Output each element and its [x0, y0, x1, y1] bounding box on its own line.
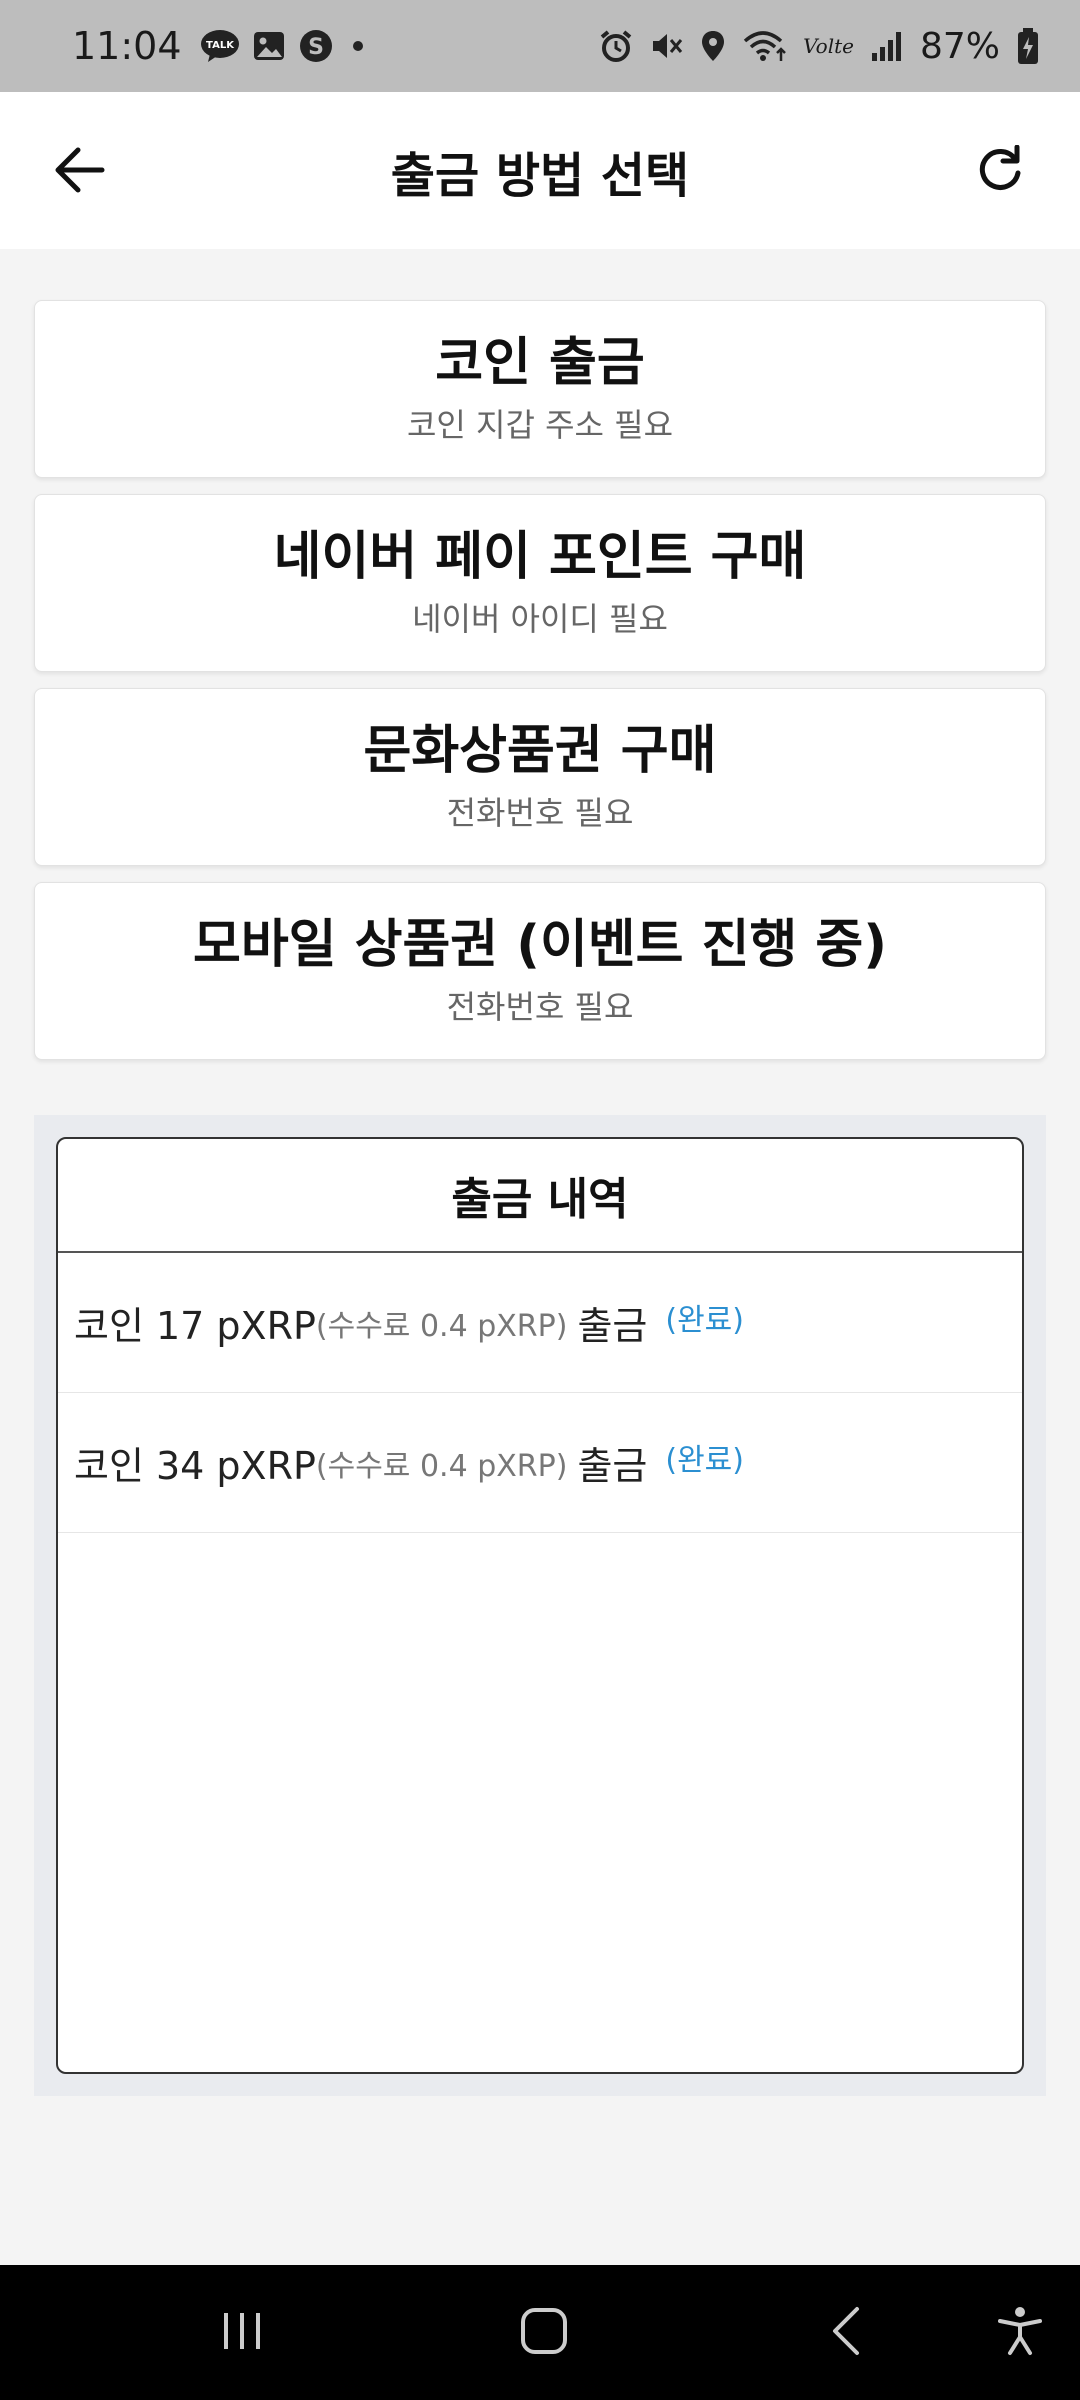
option-mobile-voucher[interactable]: 모바일 상품권 (이벤트 진행 중) 전화번호 필요	[34, 882, 1046, 1060]
option-culture-voucher[interactable]: 문화상품권 구매 전화번호 필요	[34, 688, 1046, 866]
page-title: 출금 방법 선택	[390, 147, 690, 204]
accessibility-button[interactable]	[970, 2295, 1070, 2371]
wifi-icon	[743, 29, 787, 63]
dot-icon	[346, 34, 370, 58]
refresh-icon	[975, 144, 1025, 199]
option-coin-withdrawal[interactable]: 코인 출금 코인 지갑 주소 필요	[34, 300, 1046, 478]
system-nav-bar	[0, 2265, 1080, 2400]
gallery-icon	[252, 29, 286, 63]
history-row: 코인 34 pXRP (수수료 0.4 pXRP) 출금 (완료)	[58, 1393, 1022, 1533]
home-icon	[519, 2306, 569, 2360]
recent-apps-button[interactable]	[192, 2295, 292, 2371]
option-subtitle: 전화번호 필요	[446, 794, 634, 833]
header-bar: 출금 방법 선택	[0, 92, 1080, 249]
row-amount: 코인 34 pXRP	[74, 1444, 316, 1488]
status-time: 11:04	[72, 24, 182, 68]
withdrawal-options: 코인 출금 코인 지갑 주소 필요 네이버 페이 포인트 구매 네이버 아이디 …	[34, 300, 1046, 1076]
status-bar: 11:04 TALK S Volte 87%	[0, 0, 1080, 92]
row-status: (완료)	[665, 1442, 744, 1478]
refresh-button[interactable]	[960, 136, 1040, 208]
row-amount: 코인 17 pXRP	[74, 1304, 316, 1348]
mute-icon	[649, 29, 683, 63]
option-title: 네이버 페이 포인트 구매	[273, 526, 807, 587]
back-icon	[827, 2305, 867, 2361]
svg-text:TALK: TALK	[206, 40, 235, 51]
app-s-icon: S	[298, 28, 334, 64]
status-right: Volte 87%	[599, 26, 1040, 67]
battery-icon	[1016, 27, 1040, 65]
option-title: 문화상품권 구매	[363, 720, 717, 781]
signal-icon	[870, 29, 904, 63]
alarm-icon	[599, 29, 633, 63]
history-header: 출금 내역	[58, 1139, 1022, 1253]
accessibility-icon	[996, 2305, 1044, 2361]
svg-text:S: S	[308, 35, 324, 60]
option-naver-pay[interactable]: 네이버 페이 포인트 구매 네이버 아이디 필요	[34, 494, 1046, 672]
recent-apps-icon	[218, 2307, 266, 2359]
option-title: 모바일 상품권 (이벤트 진행 중)	[192, 914, 888, 975]
option-subtitle: 네이버 아이디 필요	[412, 600, 668, 639]
kakaotalk-icon: TALK	[200, 29, 240, 63]
row-action: 출금	[577, 1304, 648, 1348]
volte-icon: Volte	[803, 34, 854, 58]
location-icon	[699, 29, 727, 63]
arrow-left-icon	[54, 146, 106, 198]
option-subtitle: 코인 지갑 주소 필요	[406, 406, 674, 445]
option-subtitle: 전화번호 필요	[446, 988, 634, 1027]
history-row: 코인 17 pXRP (수수료 0.4 pXRP) 출금 (완료)	[58, 1253, 1022, 1393]
history-title: 출금 내역	[451, 1174, 629, 1225]
history-panel[interactable]: 출금 내역 코인 17 pXRP (수수료 0.4 pXRP) 출금 (완료) …	[56, 1137, 1024, 2074]
battery-percent: 87%	[919, 25, 1000, 67]
row-action: 출금	[577, 1444, 648, 1488]
back-nav-button[interactable]	[797, 2295, 897, 2371]
option-title: 코인 출금	[435, 332, 645, 393]
back-button[interactable]	[40, 136, 120, 208]
row-fee: (수수료 0.4 pXRP)	[315, 1448, 568, 1484]
row-fee: (수수료 0.4 pXRP)	[315, 1308, 568, 1344]
history-section: 출금 내역 코인 17 pXRP (수수료 0.4 pXRP) 출금 (완료) …	[34, 1115, 1046, 2096]
row-status: (완료)	[665, 1302, 744, 1338]
status-left: 11:04 TALK S	[72, 24, 370, 68]
home-button[interactable]	[494, 2295, 594, 2371]
